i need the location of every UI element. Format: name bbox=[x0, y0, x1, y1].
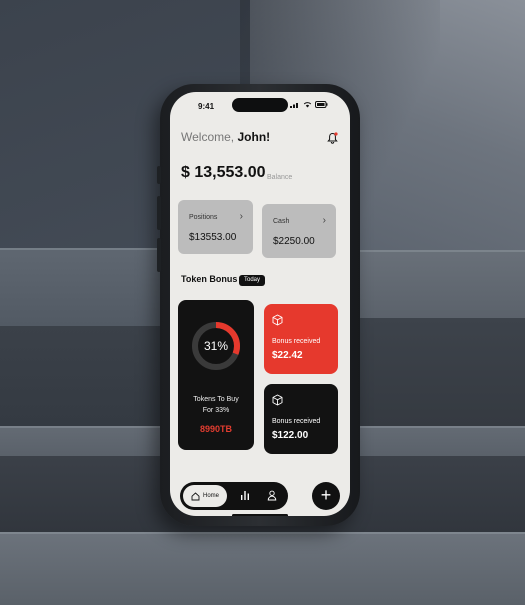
chevron-right-icon: › bbox=[239, 211, 243, 222]
bottom-nav: Home bbox=[180, 482, 288, 510]
positions-label: Positions bbox=[189, 214, 218, 221]
app-screen: 9:41 Welcome, John! $ 13,553.00 Balance … bbox=[170, 92, 350, 516]
background-step bbox=[350, 250, 525, 318]
bonus-card-red[interactable]: Bonus received $22.42 bbox=[264, 304, 338, 374]
welcome-heading: Welcome, John! bbox=[181, 130, 270, 144]
background-step-face bbox=[350, 318, 525, 426]
tokens-to-buy-label: Tokens To Buy For 33% bbox=[184, 394, 248, 416]
user-icon[interactable] bbox=[267, 490, 277, 501]
background-step bbox=[0, 532, 525, 605]
balance-amount: $ 13,553.00 bbox=[181, 164, 266, 181]
balance-label: Balance bbox=[267, 174, 293, 181]
positions-card[interactable]: Positions › $13553.00 bbox=[178, 200, 253, 254]
bonus-card-dark[interactable]: Bonus received $122.00 bbox=[264, 384, 338, 454]
cube-icon bbox=[272, 394, 283, 406]
nav-home-tab[interactable]: Home bbox=[183, 485, 227, 507]
home-icon bbox=[191, 491, 200, 500]
battery-icon bbox=[315, 101, 328, 108]
bar-chart-icon[interactable] bbox=[240, 490, 250, 501]
bonus-value: $122.00 bbox=[272, 430, 309, 441]
nav-home-label: Home bbox=[202, 493, 219, 499]
plus-icon: + bbox=[320, 485, 332, 505]
background-step bbox=[0, 248, 160, 326]
phone-device: 9:41 Welcome, John! $ 13,553.00 Balance … bbox=[157, 84, 360, 526]
cash-card[interactable]: Cash › $2250.00 bbox=[262, 204, 336, 258]
positions-value: $13553.00 bbox=[189, 232, 237, 243]
wifi-icon bbox=[303, 102, 312, 108]
home-indicator bbox=[232, 514, 288, 516]
phone-side-button bbox=[157, 166, 161, 184]
step-edge bbox=[0, 532, 525, 534]
token-bonus-title: Token Bonus bbox=[181, 274, 238, 284]
signal-icon bbox=[290, 103, 298, 108]
user-name: John! bbox=[237, 130, 271, 144]
step-edge bbox=[350, 250, 525, 252]
dynamic-island bbox=[232, 98, 288, 112]
status-bar: 9:41 bbox=[170, 92, 350, 118]
welcome-prefix: Welcome, bbox=[181, 130, 235, 144]
status-icons bbox=[290, 101, 328, 108]
cash-label: Cash bbox=[273, 218, 290, 225]
tokens-progress-card[interactable]: 31% Tokens To Buy For 33% 8990TB bbox=[178, 300, 254, 450]
bonus-label: Bonus received bbox=[272, 338, 321, 345]
chevron-right-icon: › bbox=[322, 215, 326, 226]
today-badge[interactable]: Today bbox=[239, 275, 266, 286]
notification-button[interactable] bbox=[327, 131, 338, 149]
background-step-face bbox=[0, 326, 160, 426]
tokens-label-line1: Tokens To Buy bbox=[193, 396, 239, 403]
bell-icon bbox=[327, 132, 338, 144]
cube-icon bbox=[272, 314, 283, 326]
phone-volume-up-button bbox=[157, 196, 161, 230]
tokens-value: 8990TB bbox=[199, 424, 233, 434]
cash-value: $2250.00 bbox=[273, 236, 315, 247]
add-button[interactable]: + bbox=[312, 482, 340, 510]
bonus-value: $22.42 bbox=[272, 350, 303, 361]
tokens-label-line2: For 33% bbox=[202, 407, 230, 414]
phone-volume-down-button bbox=[157, 238, 161, 272]
status-time: 9:41 bbox=[198, 102, 215, 111]
progress-percent: 31% bbox=[203, 339, 229, 353]
bonus-label: Bonus received bbox=[272, 418, 321, 425]
step-edge bbox=[0, 248, 160, 250]
